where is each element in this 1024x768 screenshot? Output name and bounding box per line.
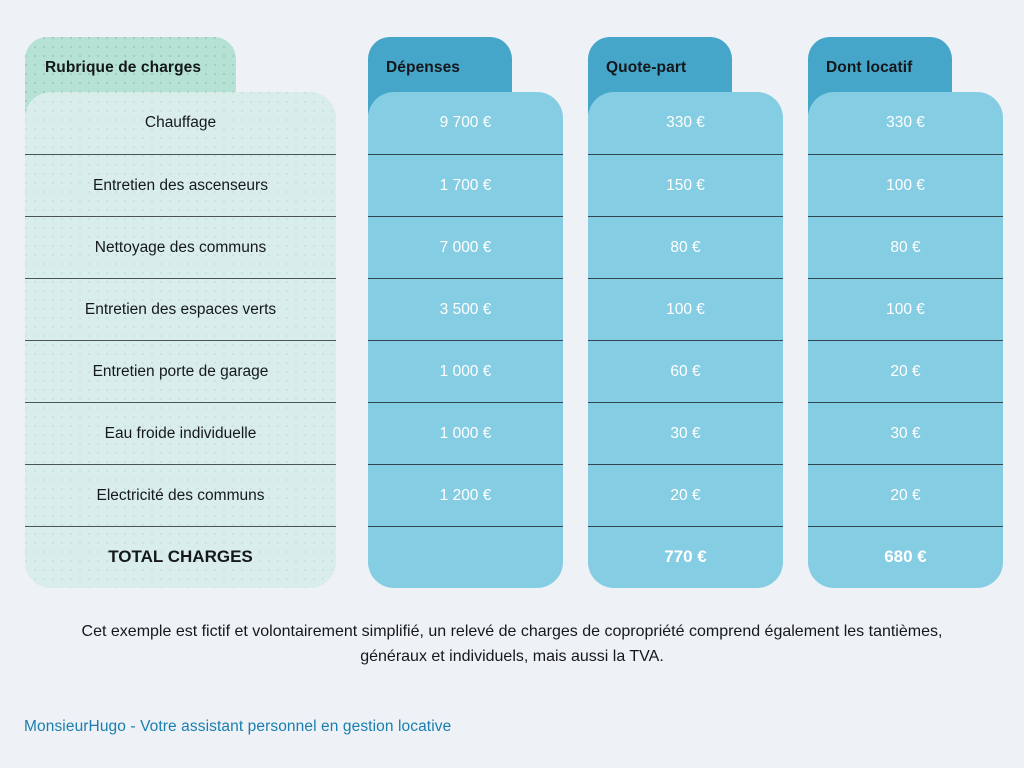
- column-header-label: Dont locatif: [826, 59, 913, 76]
- table-cell: 150 €: [588, 154, 783, 216]
- table-cell: 20 €: [588, 464, 783, 526]
- column-body-rubrique: Chauffage Entretien des ascenseurs Nettoya…: [25, 92, 336, 588]
- column-body-depenses: 9 700 €1 700 €7 000 €3 500 €1 000 €1 000…: [368, 92, 563, 588]
- column-body-dont-locatif: 330 €100 €80 €100 €20 €30 €20 €680 €: [808, 92, 1003, 588]
- table-cell: 3 500 €: [368, 278, 563, 340]
- table-cell: Nettoyage des communs: [25, 216, 336, 278]
- column-header-label: Quote-part: [606, 59, 687, 76]
- table-cell-total: TOTAL CHARGES: [25, 526, 336, 588]
- table-cell: 330 €: [666, 114, 705, 132]
- table-cell: 80 €: [588, 216, 783, 278]
- table-cell: Electricité des communs: [25, 464, 336, 526]
- table-cell: 100 €: [808, 278, 1003, 340]
- table-cell: 80 €: [808, 216, 1003, 278]
- column-body-quote-part: 330 € 150 €80 €100 €60 €30 €20 €770 €: [588, 92, 783, 588]
- table-cell-total: 680 €: [808, 526, 1003, 588]
- table-cell: 7 000 €: [368, 216, 563, 278]
- table-cell: Entretien porte de garage: [25, 340, 336, 402]
- charges-table: Rubrique de charges Chauffage Entretien de…: [0, 0, 1024, 600]
- table-cell: 30 €: [808, 402, 1003, 464]
- footnote-text: Cet exemple est fictif et volontairement…: [81, 623, 943, 665]
- table-cell: 100 €: [588, 278, 783, 340]
- table-cell: 1 000 €: [368, 340, 563, 402]
- table-cell: Eau froide individuelle: [25, 402, 336, 464]
- table-cell: Chauffage: [144, 114, 217, 132]
- table-cell-total: [368, 526, 563, 588]
- table-cell: 20 €: [808, 340, 1003, 402]
- table-cell: 60 €: [588, 340, 783, 402]
- column-header-label: Dépenses: [386, 59, 461, 76]
- table-cell-total: 770 €: [588, 526, 783, 588]
- table-cell: Entretien des espaces verts: [25, 278, 336, 340]
- table-cell: 30 €: [588, 402, 783, 464]
- column-header-label: Rubrique de charges: [45, 59, 202, 76]
- table-cell: 1 700 €: [368, 154, 563, 216]
- table-cell: 1 200 €: [368, 464, 563, 526]
- table-cell: 100 €: [808, 154, 1003, 216]
- table-cell: 9 700 €: [439, 114, 492, 132]
- brand-line: MonsieurHugo - Votre assistant personnel…: [24, 718, 452, 735]
- table-cell: 1 000 €: [368, 402, 563, 464]
- table-cell: 330 €: [886, 114, 925, 132]
- table-cell: Entretien des ascenseurs: [25, 154, 336, 216]
- table-cell: 20 €: [808, 464, 1003, 526]
